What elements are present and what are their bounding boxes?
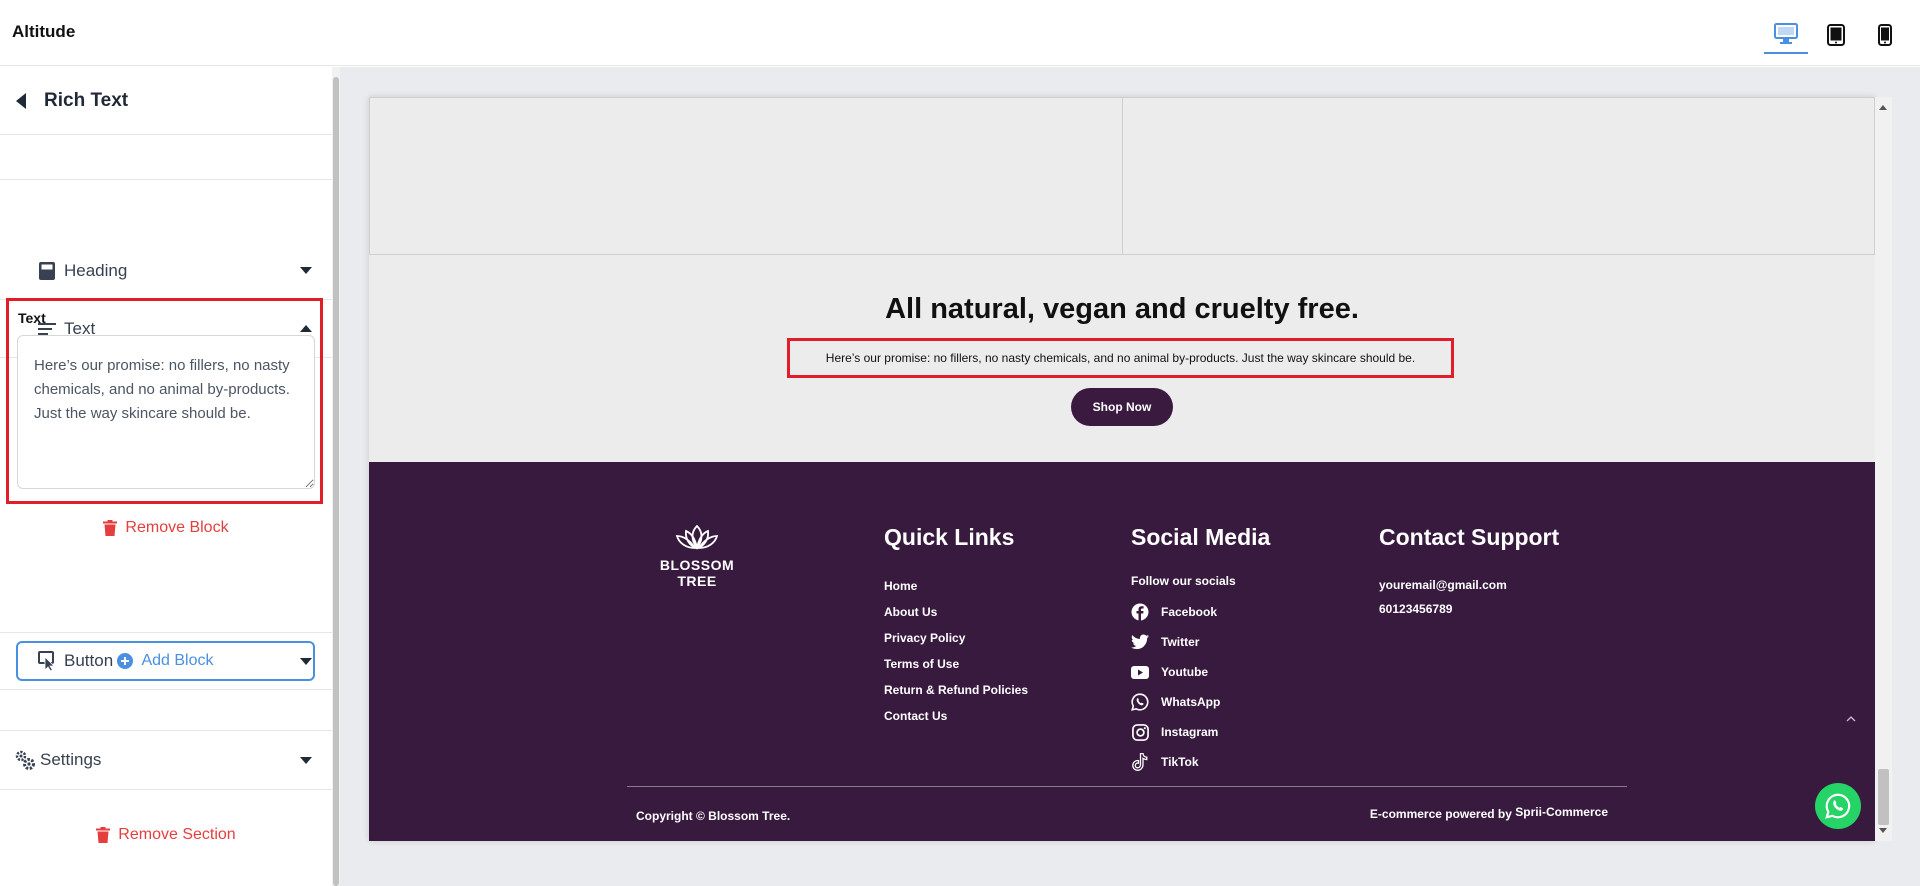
tiktok-icon <box>1131 753 1149 771</box>
settings-label: Settings <box>40 750 102 769</box>
contact-phone[interactable]: 60123456789 <box>1379 597 1507 621</box>
app-title: Altitude <box>12 22 76 41</box>
quick-links-list: Home About Us Privacy Policy Terms of Us… <box>884 573 1028 729</box>
trash-icon <box>103 520 118 536</box>
brand-logo[interactable]: BLOSSOM TREE <box>641 524 753 589</box>
social-tiktok[interactable]: TikTok <box>1131 747 1236 777</box>
desktop-view-button[interactable] <box>1764 16 1808 54</box>
panel-scrollbar[interactable] <box>332 67 340 886</box>
add-block-button[interactable]: Add Block <box>16 641 315 681</box>
footer-link-terms[interactable]: Terms of Use <box>884 651 1028 677</box>
shop-now-button[interactable]: Shop Now <box>1071 388 1173 426</box>
text-field-label: Text <box>18 310 46 326</box>
text-field-highlight: Text Here’s our promise: no fillers, no … <box>6 298 323 504</box>
heading-block-icon <box>39 261 55 280</box>
social-facebook[interactable]: Facebook <box>1131 597 1236 627</box>
contact-support-list: youremail@gmail.com 60123456789 <box>1379 573 1507 621</box>
footer-divider <box>627 786 1627 787</box>
social-instagram[interactable]: Instagram <box>1131 717 1236 747</box>
powered-by-brand[interactable]: Sprii-Commerce <box>1515 805 1608 819</box>
quick-links-heading: Quick Links <box>884 524 1015 550</box>
block-heading[interactable]: Heading <box>0 242 332 300</box>
panel-title: Rich Text <box>44 89 129 111</box>
whatsapp-icon <box>1131 693 1149 711</box>
preview-scrollbar[interactable] <box>1875 97 1892 841</box>
whatsapp-chat-button[interactable] <box>1815 783 1861 829</box>
site-footer: BLOSSOM TREE Quick Links Home About Us P… <box>369 462 1875 841</box>
block-heading-label: Heading <box>64 260 128 280</box>
remove-section-button[interactable]: Remove Section <box>0 826 332 844</box>
social-youtube[interactable]: Youtube <box>1131 657 1236 687</box>
tablet-view-button[interactable] <box>1814 16 1858 54</box>
social-facebook-label: Facebook <box>1161 605 1218 619</box>
plus-circle-icon <box>117 653 134 669</box>
chevron-down-icon <box>300 267 312 274</box>
youtube-icon <box>1131 663 1149 681</box>
lotus-icon <box>675 524 719 550</box>
social-whatsapp-label: WhatsApp <box>1161 695 1221 709</box>
chevron-down-icon <box>300 756 312 764</box>
scroll-down-arrow-icon[interactable] <box>1879 828 1887 833</box>
scroll-up-arrow-icon[interactable] <box>1879 105 1887 110</box>
social-media-list: Follow our socials Facebook Twitter Yout… <box>1131 573 1236 777</box>
whatsapp-icon <box>1825 793 1851 819</box>
social-tiktok-label: TikTok <box>1161 755 1199 769</box>
hero-text: Here’s our promise: no fillers, no nasty… <box>825 351 1416 365</box>
contact-email[interactable]: youremail@gmail.com <box>1379 573 1507 597</box>
powered-by-prefix: E-commerce powered by <box>1369 807 1512 821</box>
social-twitter-label: Twitter <box>1161 635 1200 649</box>
settings-section[interactable]: Settings <box>0 730 332 790</box>
copyright-text: Copyright © Blossom Tree. <box>636 809 791 823</box>
panel-header: Rich Text <box>0 67 332 135</box>
twitter-icon <box>1131 633 1149 651</box>
social-instagram-label: Instagram <box>1161 725 1219 739</box>
scroll-to-top-button[interactable] <box>1844 712 1858 726</box>
remove-section-label: Remove Section <box>118 826 236 843</box>
social-media-heading: Social Media <box>1131 524 1271 550</box>
social-youtube-label: Youtube <box>1161 665 1209 679</box>
contact-support-heading: Contact Support <box>1379 524 1560 550</box>
tablet-icon <box>1827 24 1845 46</box>
social-twitter[interactable]: Twitter <box>1131 627 1236 657</box>
footer-link-privacy[interactable]: Privacy Policy <box>884 625 1028 651</box>
powered-by: E-commerce powered by Sprii-Commerce <box>1369 805 1608 821</box>
top-bar: Altitude <box>0 0 1920 66</box>
gears-icon <box>15 750 35 770</box>
footer-link-about[interactable]: About Us <box>884 599 1028 625</box>
mobile-icon <box>1878 24 1892 46</box>
text-field-input[interactable]: Here’s our promise: no fillers, no nasty… <box>17 335 315 489</box>
footer-link-home[interactable]: Home <box>884 573 1028 599</box>
trash-icon <box>96 827 111 843</box>
image-placeholder-left <box>369 97 1123 255</box>
add-block-label: Add Block <box>141 652 214 669</box>
brand-name: BLOSSOM TREE <box>659 557 735 589</box>
social-intro: Follow our socials <box>1131 574 1236 588</box>
social-whatsapp[interactable]: WhatsApp <box>1131 687 1236 717</box>
mobile-view-button[interactable] <box>1863 16 1907 54</box>
remove-block-button[interactable]: Remove Block <box>0 519 332 537</box>
image-placeholder-right <box>1122 97 1875 255</box>
chevron-up-icon <box>1846 716 1856 722</box>
panel-spacer <box>0 135 332 180</box>
facebook-icon <box>1131 603 1149 621</box>
editor-panel: Rich Text Heading Text Text Here’s our p… <box>0 67 332 886</box>
hero-text-highlight: Here’s our promise: no fillers, no nasty… <box>787 338 1454 378</box>
footer-link-refund[interactable]: Return & Refund Policies <box>884 677 1028 703</box>
desktop-icon <box>1774 23 1798 44</box>
panel-scrollbar-thumb[interactable] <box>333 77 339 886</box>
instagram-icon <box>1131 723 1149 741</box>
remove-block-label: Remove Block <box>125 519 229 536</box>
back-arrow-icon[interactable] <box>16 92 26 109</box>
preview-frame: All natural, vegan and cruelty free. Her… <box>369 97 1875 841</box>
preview-scrollbar-thumb[interactable] <box>1878 769 1889 825</box>
footer-link-contact[interactable]: Contact Us <box>884 703 1028 729</box>
hero-title: All natural, vegan and cruelty free. <box>885 293 1359 325</box>
